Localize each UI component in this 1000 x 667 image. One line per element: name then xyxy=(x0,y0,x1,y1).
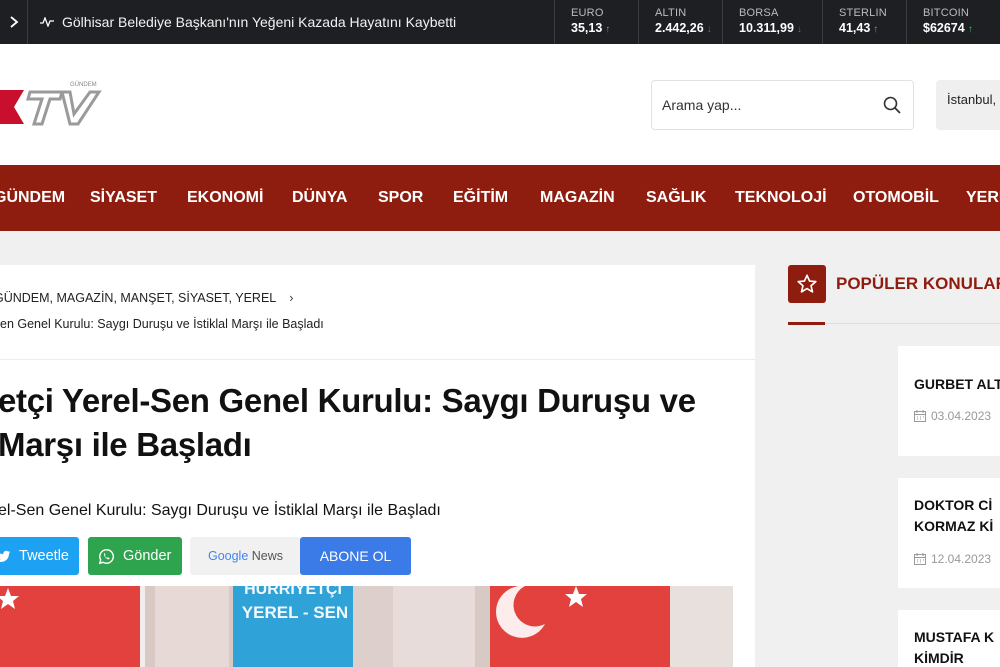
market-value: $62674 xyxy=(923,21,965,35)
arrow-up-icon: ↑ xyxy=(967,24,973,35)
star-icon xyxy=(797,274,817,293)
market-borsa: BORSA 10.311,99 ↓ xyxy=(722,0,822,44)
nav-item-egitim[interactable]: EĞİTİM xyxy=(453,165,508,231)
popular-item-title[interactable]: DOKTOR Cİ xyxy=(914,495,992,516)
main-nav: GÜNDEM SİYASET EKONOMİ DÜNYA SPOR EĞİTİM… xyxy=(0,165,1000,231)
nav-item-magazin[interactable]: MAGAZİN xyxy=(540,165,615,231)
arrow-down-icon: ↓ xyxy=(706,24,712,35)
popular-item-title[interactable]: GURBET ALT xyxy=(914,374,1000,395)
google-news-button[interactable]: Google News xyxy=(190,537,301,575)
search-icon[interactable] xyxy=(883,96,901,114)
market-name: BORSA xyxy=(739,7,779,19)
popular-item[interactable]: MUSTAFA K KİMDİR xyxy=(898,610,1000,667)
popular-item-title[interactable]: KİMDİR xyxy=(914,648,964,667)
ticker-headline-text[interactable]: Gölhisar Belediye Başkanı'nın Yeğeni Kaz… xyxy=(62,14,456,30)
search-input[interactable] xyxy=(662,81,872,129)
star-badge xyxy=(788,265,826,303)
nav-item-gundem[interactable]: GÜNDEM xyxy=(0,165,65,231)
calendar-icon xyxy=(914,410,926,422)
popular-item-title[interactable]: MUSTAFA K xyxy=(914,627,994,648)
google-logo-text: Google xyxy=(207,549,249,563)
market-sterlin: STERLIN 41,43 ↑ xyxy=(822,0,906,44)
photo-text-line2: YEREL - SEN xyxy=(242,603,348,622)
market-name: EURO xyxy=(571,7,604,19)
weather-city: İstanbul, xyxy=(947,92,997,107)
nav-item-teknoloji[interactable]: TEKNOLOJİ xyxy=(735,165,827,231)
market-rates: EURO 35,13 ↑ ALTIN 2.442,26 ↓ BORSA 10.311… xyxy=(554,0,990,44)
chevron-right-icon xyxy=(9,16,18,28)
nav-item-yerel[interactable]: YEREL xyxy=(966,165,1000,231)
nav-item-ekonomi[interactable]: EKONOMİ xyxy=(187,165,263,231)
breadcrumb: GÜNDEM, MAGAZİN, MANŞET, SİYASET, YEREL … xyxy=(0,291,293,305)
whatsapp-label: Gönder xyxy=(123,548,172,564)
tweet-button[interactable]: Tweetle xyxy=(0,537,79,575)
logo-tag: GÜNDEM xyxy=(70,81,97,88)
whatsapp-button[interactable]: Gönder xyxy=(88,537,182,575)
weather-widget[interactable]: İstanbul, xyxy=(936,80,1000,130)
breadcrumb-categories[interactable]: GÜNDEM, MAGAZİN, MANŞET, SİYASET, YEREL xyxy=(0,291,276,305)
article-title: etçi Yerel-Sen Genel Kurulu: Saygı Duruş… xyxy=(0,379,755,467)
ticker-headline[interactable]: Gölhisar Belediye Başkanı'nın Yeğeni Kaz… xyxy=(40,0,456,44)
market-value: 35,13 xyxy=(571,21,603,35)
sidebar-title: POPÜLER KONULAR xyxy=(836,274,1000,293)
search-box[interactable] xyxy=(651,80,914,130)
popular-item-date-text: 03.04.2023 xyxy=(931,409,992,423)
arrow-up-icon: ↑ xyxy=(873,24,879,35)
breadcrumb-current: en Genel Kurulu: Saygı Duruşu ve İstikla… xyxy=(0,317,324,331)
article-summary: el-Sen Genel Kurulu: Saygı Duruşu ve İst… xyxy=(0,502,441,519)
nav-item-siyaset[interactable]: SİYASET xyxy=(90,165,157,231)
arrow-up-icon: ↑ xyxy=(605,24,611,35)
market-altin: ALTIN 2.442,26 ↓ xyxy=(638,0,722,44)
divider-accent xyxy=(788,322,825,325)
popular-topics-sidebar: POPÜLER KONULAR GURBET ALT 03.04.2023 DO… xyxy=(788,265,1000,667)
chevron-right-icon: › xyxy=(289,291,294,305)
popular-item-date: 12.04.2023 xyxy=(914,552,991,566)
calendar-icon xyxy=(914,553,926,565)
nav-item-spor[interactable]: SPOR xyxy=(378,165,423,231)
twitter-icon xyxy=(0,550,11,562)
tweet-label: Tweetle xyxy=(19,548,69,564)
market-bitcoin: BITCOIN $62674 ↑ xyxy=(906,0,990,44)
market-value: 41,43 xyxy=(839,21,871,35)
site-logo[interactable]: GÜNDEM xyxy=(0,78,110,134)
site-header: GÜNDEM İstanbul, xyxy=(0,44,1000,165)
article-title-line: etçi Yerel-Sen Genel Kurulu: Saygı Duruş… xyxy=(0,382,696,419)
popular-item-title[interactable]: KORMAZ Kİ xyxy=(914,516,993,537)
popular-item[interactable]: GURBET ALT 03.04.2023 xyxy=(898,346,1000,456)
market-value: 10.311,99 xyxy=(739,21,794,35)
popular-item-date-text: 12.04.2023 xyxy=(931,552,992,566)
nav-item-saglik[interactable]: SAĞLIK xyxy=(646,165,706,231)
arrow-down-icon: ↓ xyxy=(796,24,802,35)
market-name: ALTIN xyxy=(655,7,687,19)
popular-item[interactable]: DOKTOR Cİ KORMAZ Kİ 12.04.2023 xyxy=(898,478,1000,588)
google-news-label: News xyxy=(251,549,284,563)
sidebar-header: POPÜLER KONULAR xyxy=(788,265,1000,303)
market-name: STERLIN xyxy=(839,7,887,19)
subscribe-button[interactable]: ABONE OL xyxy=(300,537,411,575)
market-value: 2.442,26 xyxy=(655,21,704,35)
pulse-icon xyxy=(40,17,54,27)
ticker-next-button[interactable] xyxy=(0,0,28,44)
market-name: BITCOIN xyxy=(923,7,970,19)
whatsapp-icon xyxy=(98,548,114,564)
market-euro: EURO 35,13 ↑ xyxy=(554,0,638,44)
photo-text-line1: HÜRRİYETÇİ xyxy=(244,586,342,598)
popular-item-date: 03.04.2023 xyxy=(914,409,991,423)
article-title-line: Marşı ile Başladı xyxy=(0,426,252,463)
google-news-logo: Google News xyxy=(208,549,283,563)
nav-item-otomobil[interactable]: OTOMOBİL xyxy=(853,165,939,231)
top-ticker-bar: Gölhisar Belediye Başkanı'nın Yeğeni Kaz… xyxy=(0,0,1000,44)
nav-item-dunya[interactable]: DÜNYA xyxy=(292,165,347,231)
divider xyxy=(0,359,755,360)
article-photo[interactable]: HÜRRİYETÇİ YEREL - SEN xyxy=(0,586,733,667)
